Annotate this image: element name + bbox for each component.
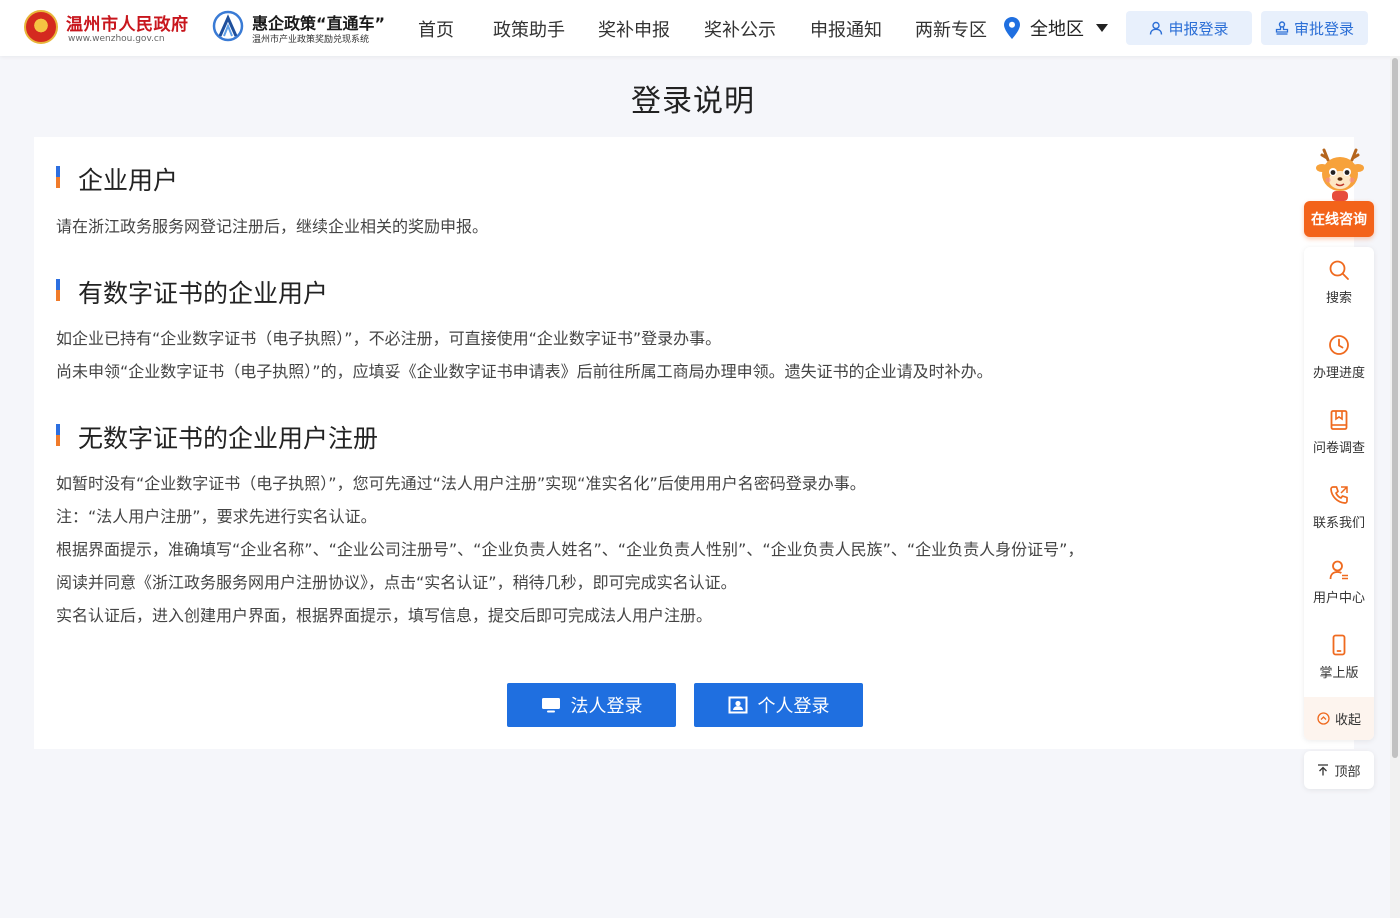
- top-header: 温州市人民政府 www.wenzhou.gov.cn 惠企政策“直通车” 温州市…: [0, 0, 1400, 56]
- online-consult-button[interactable]: 在线咨询: [1304, 201, 1374, 237]
- region-selector[interactable]: 全地区: [1004, 14, 1108, 42]
- apply-login-label: 申报登录: [1168, 19, 1229, 38]
- nav-subsidy-public[interactable]: 奖补公示: [704, 16, 776, 42]
- floating-toolbar: 搜索 办理进度 问卷调查 联系我们 用户中心 掌上版 收起: [1304, 247, 1374, 740]
- wenzhou-gov-logo[interactable]: 温州市人民政府 www.wenzhou.gov.cn: [24, 8, 194, 48]
- personal-login-label: 个人登录: [757, 696, 830, 717]
- section-paragraph: 实名认证后，进入创建用户界面，根据界面提示，填写信息，提交后即可完成法人用户注册…: [56, 606, 713, 625]
- arrow-up-icon: [1318, 764, 1329, 776]
- collapse-button[interactable]: 收起: [1304, 697, 1374, 740]
- section-marker: [56, 279, 60, 301]
- policy-express-icon: [212, 10, 244, 42]
- sidebar-item-contact[interactable]: 联系我们: [1304, 472, 1374, 538]
- user-icon: [1150, 21, 1163, 35]
- phone-icon: [1330, 486, 1348, 504]
- national-emblem-icon: [24, 10, 58, 44]
- policy-logo-subtitle: 温州市产业政策奖励兑现系统: [252, 35, 370, 45]
- stamp-icon: [1275, 21, 1289, 35]
- legal-person-login-button[interactable]: 法人登录: [507, 683, 676, 727]
- nav-apply-notice[interactable]: 申报通知: [810, 16, 882, 42]
- sidebar-item-label: 掌上版: [1319, 666, 1359, 681]
- sidebar-item-label: 联系我们: [1312, 516, 1365, 531]
- back-to-top-button[interactable]: 顶部: [1304, 751, 1374, 789]
- region-label: 全地区: [1030, 19, 1084, 40]
- section-heading-enterprise-user: 企业用户: [78, 166, 179, 195]
- sidebar-item-search[interactable]: 搜索: [1304, 247, 1374, 313]
- legal-person-login-label: 法人登录: [570, 696, 643, 717]
- gov-logo-title: 温州市人民政府: [66, 15, 189, 35]
- section-paragraph: 尚未申领“企业数字证书（电子执照）”的，应填妥《企业数字证书申请表》后前往所属工…: [56, 362, 993, 381]
- section-paragraph: 根据界面提示，准确填写“企业名称”、“企业公司注册号”、“企业负责人姓名”、“企…: [56, 540, 1084, 559]
- sidebar-item-progress[interactable]: 办理进度: [1304, 322, 1374, 388]
- sidebar-item-mobile[interactable]: 掌上版: [1304, 622, 1374, 688]
- section-paragraph: 如企业已持有“企业数字证书（电子执照）”，不必注册，可直接使用“企业数字证书”登…: [56, 329, 722, 348]
- sidebar-item-label: 用户中心: [1312, 591, 1365, 606]
- collapse-label: 收起: [1334, 713, 1361, 728]
- mobile-icon: [1332, 634, 1346, 656]
- sidebar-item-label: 办理进度: [1312, 366, 1365, 381]
- section-heading-without-certificate: 无数字证书的企业用户注册: [78, 424, 379, 453]
- sidebar-item-label: 搜索: [1325, 291, 1352, 306]
- nav-two-new-zone[interactable]: 两新专区: [915, 16, 987, 42]
- user-icon: [1329, 560, 1348, 580]
- scrollbar-thumb[interactable]: [1392, 58, 1398, 758]
- sidebar-item-label: 问卷调查: [1312, 441, 1365, 456]
- policy-logo-title: 惠企政策“直通车”: [252, 14, 386, 33]
- nav-home[interactable]: 首页: [418, 16, 454, 42]
- section-paragraph: 如暂时没有“企业数字证书（电子执照）”，您可先通过“法人用户注册”实现“准实名化…: [56, 474, 866, 493]
- clock-icon: [1329, 335, 1349, 355]
- sidebar-item-survey[interactable]: 问卷调查: [1304, 397, 1374, 463]
- page-title: 登录说明: [631, 84, 755, 119]
- policy-express-logo[interactable]: 惠企政策“直通车” 温州市产业政策奖励兑现系统: [210, 8, 405, 48]
- approve-login-button[interactable]: 审批登录: [1261, 11, 1368, 45]
- back-to-top-label: 顶部: [1334, 764, 1361, 780]
- apply-login-button[interactable]: 申报登录: [1126, 11, 1252, 45]
- section-heading-with-certificate: 有数字证书的企业用户: [78, 279, 329, 308]
- section-paragraph: 阅读并同意《浙江政务服务网用户注册协议》，点击“实名认证”，稍待几秒，即可完成实…: [56, 573, 737, 592]
- chevron-down-icon: [1096, 24, 1108, 32]
- login-instructions-card: 企业用户 请在浙江政务服务网登记注册后，继续企业相关的奖励申报。 有数字证书的企…: [34, 137, 1354, 749]
- section-marker: [56, 166, 60, 188]
- deer-mascot-icon[interactable]: [1310, 146, 1370, 202]
- monitor-icon: [541, 698, 560, 713]
- section-marker: [56, 424, 60, 446]
- nav-subsidy-apply[interactable]: 奖补申报: [598, 16, 670, 42]
- location-pin-icon: [1004, 17, 1020, 39]
- approve-login-label: 审批登录: [1293, 19, 1354, 38]
- section-paragraph: 请在浙江政务服务网登记注册后，继续企业相关的奖励申报。: [56, 217, 489, 236]
- collapse-icon: [1317, 712, 1330, 725]
- sidebar-item-user-center[interactable]: 用户中心: [1304, 547, 1374, 613]
- nav-policy-assistant[interactable]: 政策助手: [493, 16, 565, 42]
- personal-login-button[interactable]: 个人登录: [694, 683, 863, 727]
- section-paragraph: 注：“法人用户注册”，要求先进行实名认证。: [56, 507, 377, 526]
- gov-logo-subtitle: www.wenzhou.gov.cn: [68, 34, 165, 44]
- search-icon: [1329, 260, 1349, 280]
- id-card-icon: [728, 696, 747, 714]
- book-icon: [1330, 410, 1348, 430]
